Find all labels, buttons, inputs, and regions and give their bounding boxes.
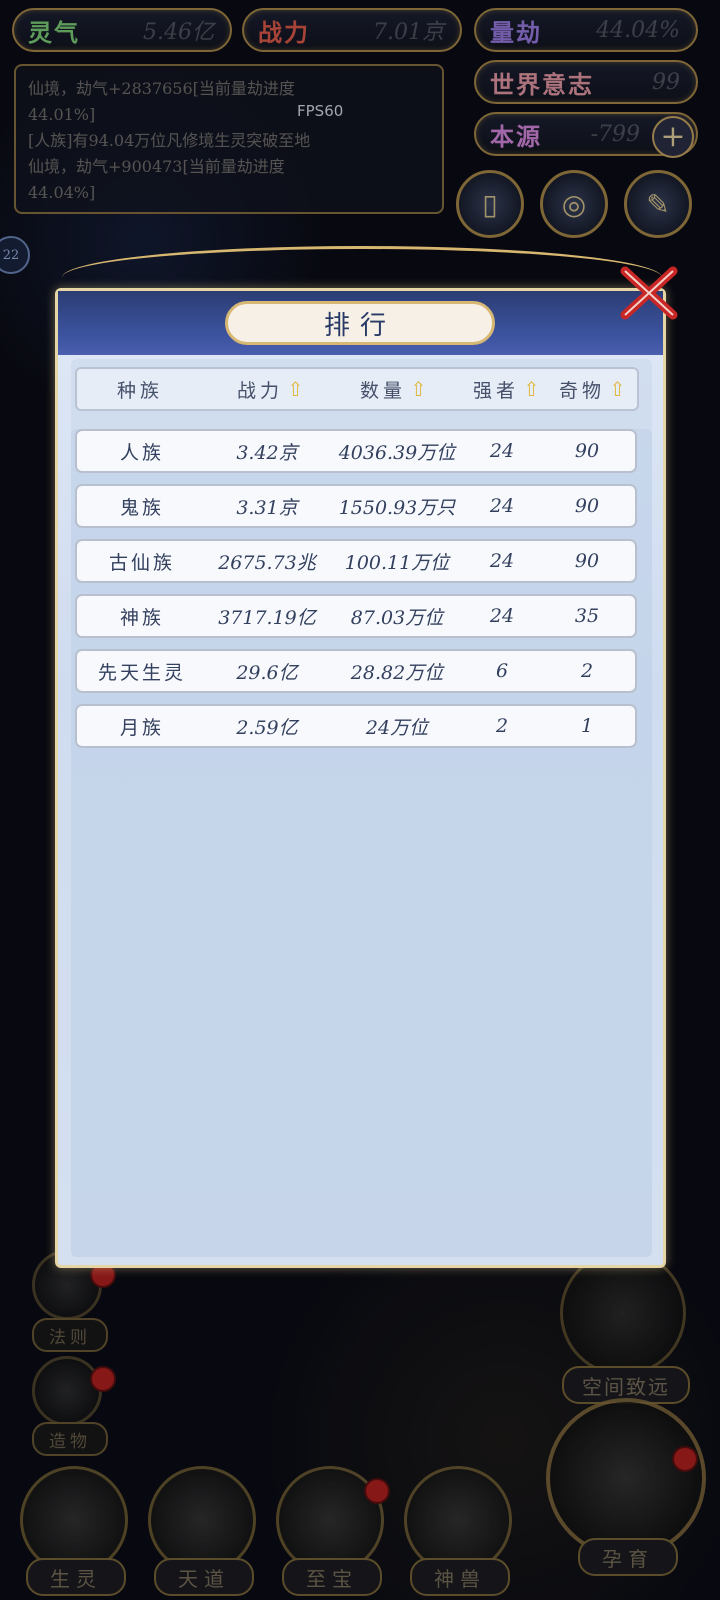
- header-label: 种族: [117, 379, 164, 402]
- table-header: 种族 战力 ⇧ 数量 ⇧ 强者 ⇧ 奇物 ⇧: [75, 367, 639, 411]
- header-label: 奇物: [559, 379, 606, 402]
- close-icon: [620, 266, 678, 320]
- cell-power: 2675.73兆: [218, 551, 316, 574]
- close-button[interactable]: [614, 262, 684, 324]
- header-strong-sort[interactable]: 强者 ⇧: [473, 369, 544, 409]
- table-row[interactable]: 古仙族 2675.73兆 100.11万位 24 90: [75, 539, 637, 583]
- table-row[interactable]: 月族 2.59亿 24万位 2 1: [75, 704, 637, 748]
- cell-power: 29.6亿: [236, 661, 298, 684]
- cell-strong: 24: [489, 440, 515, 462]
- sort-arrow-icon: ⇧: [410, 377, 431, 401]
- table-row[interactable]: 鬼族 3.31京 1550.93万只 24 90: [75, 484, 637, 528]
- table-row[interactable]: 神族 3717.19亿 87.03万位 24 35: [75, 594, 637, 638]
- cell-items: 35: [574, 605, 600, 627]
- header-power-sort[interactable]: 战力 ⇧: [237, 369, 308, 409]
- header-items-sort[interactable]: 奇物 ⇧: [559, 369, 630, 409]
- header-label: 强者: [473, 379, 520, 402]
- cell-count: 100.11万位: [344, 551, 450, 574]
- cell-power: 3.31京: [236, 496, 298, 519]
- header-label: 数量: [360, 379, 407, 402]
- table-row[interactable]: 先天生灵 29.6亿 28.82万位 6 2: [75, 649, 637, 693]
- cell-race: 古仙族: [108, 551, 175, 574]
- cell-strong: 24: [489, 605, 515, 627]
- cell-count: 24万位: [365, 716, 429, 739]
- dialog-title: 排行: [225, 301, 495, 345]
- cell-count: 28.82万位: [350, 661, 444, 684]
- cell-items: 2: [580, 660, 594, 682]
- cell-race: 人族: [119, 441, 164, 464]
- cell-strong: 24: [489, 495, 515, 517]
- sort-arrow-icon: ⇧: [609, 377, 630, 401]
- cell-race: 先天生灵: [97, 661, 186, 684]
- cell-items: 1: [580, 715, 594, 737]
- cell-count: 4036.39万位: [338, 441, 456, 464]
- cell-race: 鬼族: [119, 496, 164, 519]
- cell-race: 月族: [119, 716, 164, 739]
- table-body: 人族 3.42京 4036.39万位 24 90 鬼族 3.31京 1550.9…: [71, 429, 652, 1257]
- cell-items: 90: [574, 550, 600, 572]
- dialog-header: 排行: [58, 291, 663, 355]
- header-race: 种族: [117, 369, 163, 409]
- cell-strong: 6: [495, 660, 509, 682]
- cell-count: 1550.93万只: [338, 496, 456, 519]
- cell-strong: 2: [495, 715, 509, 737]
- sort-arrow-icon: ⇧: [523, 377, 544, 401]
- cell-count: 87.03万位: [350, 606, 444, 629]
- cell-power: 3717.19亿: [218, 606, 316, 629]
- cell-power: 2.59亿: [236, 716, 298, 739]
- cell-power: 3.42京: [236, 441, 298, 464]
- header-count-sort[interactable]: 数量 ⇧: [360, 369, 431, 409]
- header-label: 战力: [237, 379, 284, 402]
- table-row[interactable]: 人族 3.42京 4036.39万位 24 90: [75, 429, 637, 473]
- cell-items: 90: [574, 495, 600, 517]
- sort-arrow-icon: ⇧: [287, 377, 308, 401]
- ranking-dialog: 排行 种族 战力 ⇧ 数量 ⇧ 强者 ⇧ 奇物 ⇧ 人族 3.42京 4036.…: [55, 288, 666, 1268]
- cell-strong: 24: [489, 550, 515, 572]
- cell-items: 90: [574, 440, 600, 462]
- cell-race: 神族: [119, 606, 164, 629]
